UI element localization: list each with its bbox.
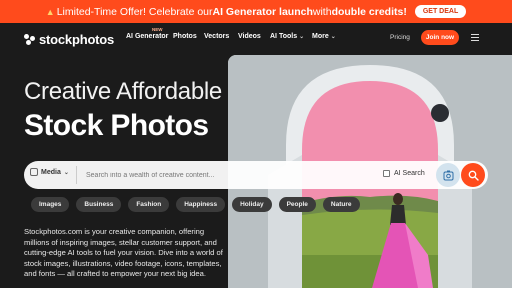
image-search-button[interactable] (436, 163, 460, 187)
category-chips: Images Business Fashion Happiness Holida… (31, 197, 367, 212)
search-input[interactable] (86, 168, 366, 182)
media-icon (30, 168, 38, 176)
promo-text-1: Limited-Time Offer! Celebrate our (56, 5, 213, 18)
nav-ai-tools[interactable]: AI Tools ⌄ (270, 33, 304, 40)
chevron-down-icon: ⌄ (63, 169, 69, 176)
hamburger-menu-icon[interactable] (471, 34, 479, 41)
search-bar: Media ⌄ AI Search (24, 161, 488, 189)
nav-vectors[interactable]: Vectors (204, 33, 229, 40)
ai-search-label: AI Search (394, 170, 425, 177)
chevron-down-icon: ⌄ (330, 34, 336, 40)
promo-text-2: with (312, 5, 332, 18)
media-type-label: Media (41, 168, 61, 176)
chip-business[interactable]: Business (76, 197, 122, 212)
image-search-icon (443, 170, 453, 180)
nav-videos-label: Videos (238, 33, 261, 40)
logo[interactable]: stockphotos (24, 32, 114, 47)
nav-vectors-label: Vectors (204, 33, 230, 40)
hero-description: Stockphotos.com is your creative compani… (24, 227, 223, 279)
ai-search-checkbox[interactable] (383, 170, 390, 177)
nav-ai-generator[interactable]: AI Generator (126, 33, 168, 40)
get-deal-button[interactable]: GET DEAL (414, 5, 467, 18)
chip-nature[interactable]: Nature (322, 197, 360, 212)
search-divider (76, 166, 77, 184)
brand-name: stockphotos (39, 32, 115, 47)
chip-fashion[interactable]: Fashion (128, 197, 170, 212)
new-badge: NEW (152, 27, 163, 32)
fire-icon: ▲ (45, 6, 55, 17)
promo-highlight-1: AI Generator launch (212, 5, 313, 18)
nav-videos[interactable]: Videos (238, 33, 261, 40)
promo-banner[interactable]: ▲ Limited-Time Offer! Celebrate our AI G… (0, 0, 512, 23)
chip-people[interactable]: People (278, 197, 316, 212)
chevron-down-icon: ⌄ (299, 34, 305, 40)
chip-happiness[interactable]: Happiness (176, 197, 226, 212)
hero-title-line1: Creative Affordable (24, 78, 222, 105)
logo-mark-icon (24, 33, 36, 46)
nav-more-label: More (312, 33, 329, 40)
hero-title-line2: Stock Photos (24, 109, 209, 142)
chip-holiday[interactable]: Holiday (232, 197, 272, 212)
chip-images[interactable]: Images (31, 197, 70, 212)
search-button[interactable] (461, 163, 485, 187)
ai-search-toggle[interactable]: AI Search (383, 170, 425, 177)
media-type-select[interactable]: Media ⌄ (30, 168, 69, 176)
promo-highlight-2: double credits! (331, 5, 407, 18)
join-now-button[interactable]: Join now (421, 30, 459, 45)
nav-pricing[interactable]: Pricing (390, 34, 410, 41)
search-icon (468, 170, 479, 181)
nav-more[interactable]: More ⌄ (312, 33, 336, 40)
nav-photos-label: Photos (173, 33, 197, 40)
nav-photos[interactable]: Photos (173, 33, 197, 40)
navbar: stockphotos NEW AI Generator Photos Vect… (0, 23, 512, 55)
nav-ai-tools-label: AI Tools (270, 33, 298, 40)
nav-ai-generator-label: AI Generator (126, 33, 169, 40)
